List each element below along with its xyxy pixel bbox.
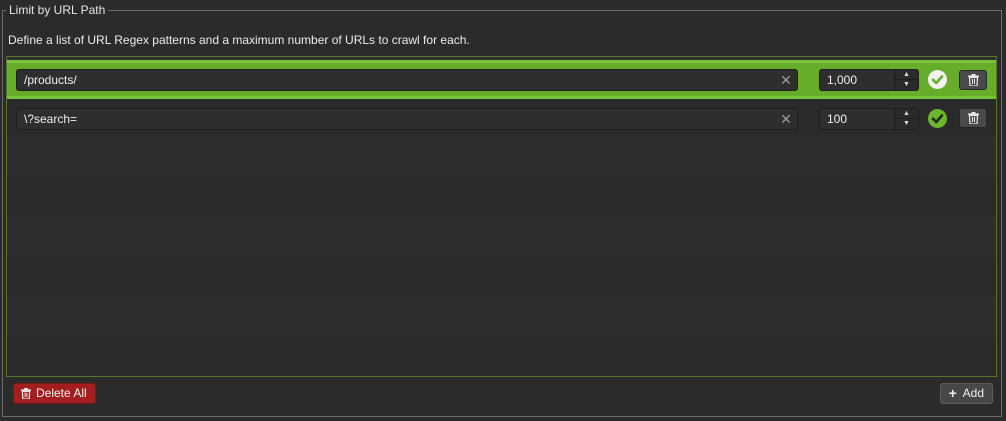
url-pattern-list: ✕ ▲ ▼ ✕ bbox=[6, 56, 997, 377]
section-description: Define a list of URL Regex patterns and … bbox=[8, 33, 470, 47]
max-urls-input[interactable] bbox=[820, 70, 896, 90]
section-legend: Limit by URL Path bbox=[6, 3, 109, 17]
list-stripe bbox=[7, 297, 996, 337]
pattern-input[interactable] bbox=[17, 109, 797, 129]
close-icon[interactable]: ✕ bbox=[779, 112, 793, 126]
max-urls-stepper[interactable]: ▲ ▼ bbox=[819, 108, 919, 130]
list-row[interactable]: ✕ ▲ ▼ bbox=[7, 60, 996, 99]
plus-icon: + bbox=[948, 385, 957, 401]
pattern-field[interactable]: ✕ bbox=[16, 69, 798, 91]
delete-row-button[interactable] bbox=[959, 70, 987, 90]
list-stripe bbox=[7, 257, 996, 297]
stepper-buttons: ▲ ▼ bbox=[894, 109, 918, 129]
add-button[interactable]: + Add bbox=[939, 383, 993, 404]
delete-row-button[interactable] bbox=[959, 108, 987, 128]
list-stripe bbox=[7, 137, 996, 177]
max-urls-input[interactable] bbox=[820, 109, 896, 129]
chevron-up-icon[interactable]: ▲ bbox=[895, 70, 918, 80]
stepper-buttons: ▲ ▼ bbox=[894, 70, 918, 90]
list-stripe bbox=[7, 217, 996, 257]
list-stripe bbox=[7, 177, 996, 217]
check-circle-icon bbox=[928, 70, 947, 89]
trash-icon bbox=[21, 388, 31, 399]
list-stripe bbox=[7, 337, 996, 376]
delete-all-label: Delete All bbox=[36, 386, 87, 400]
max-urls-stepper[interactable]: ▲ ▼ bbox=[819, 69, 919, 91]
pattern-field[interactable]: ✕ bbox=[16, 108, 798, 130]
list-footer: Delete All + Add bbox=[6, 378, 997, 409]
chevron-down-icon[interactable]: ▼ bbox=[895, 80, 918, 90]
close-icon[interactable]: ✕ bbox=[779, 73, 793, 87]
delete-all-button[interactable]: Delete All bbox=[13, 383, 96, 404]
check-circle-icon bbox=[928, 109, 947, 128]
trash-icon bbox=[968, 74, 979, 86]
trash-icon bbox=[968, 112, 979, 124]
list-row[interactable]: ✕ ▲ ▼ bbox=[7, 99, 996, 139]
pattern-input[interactable] bbox=[17, 70, 797, 90]
add-label: Add bbox=[962, 386, 984, 400]
chevron-up-icon[interactable]: ▲ bbox=[895, 109, 918, 119]
chevron-down-icon[interactable]: ▼ bbox=[895, 119, 918, 129]
